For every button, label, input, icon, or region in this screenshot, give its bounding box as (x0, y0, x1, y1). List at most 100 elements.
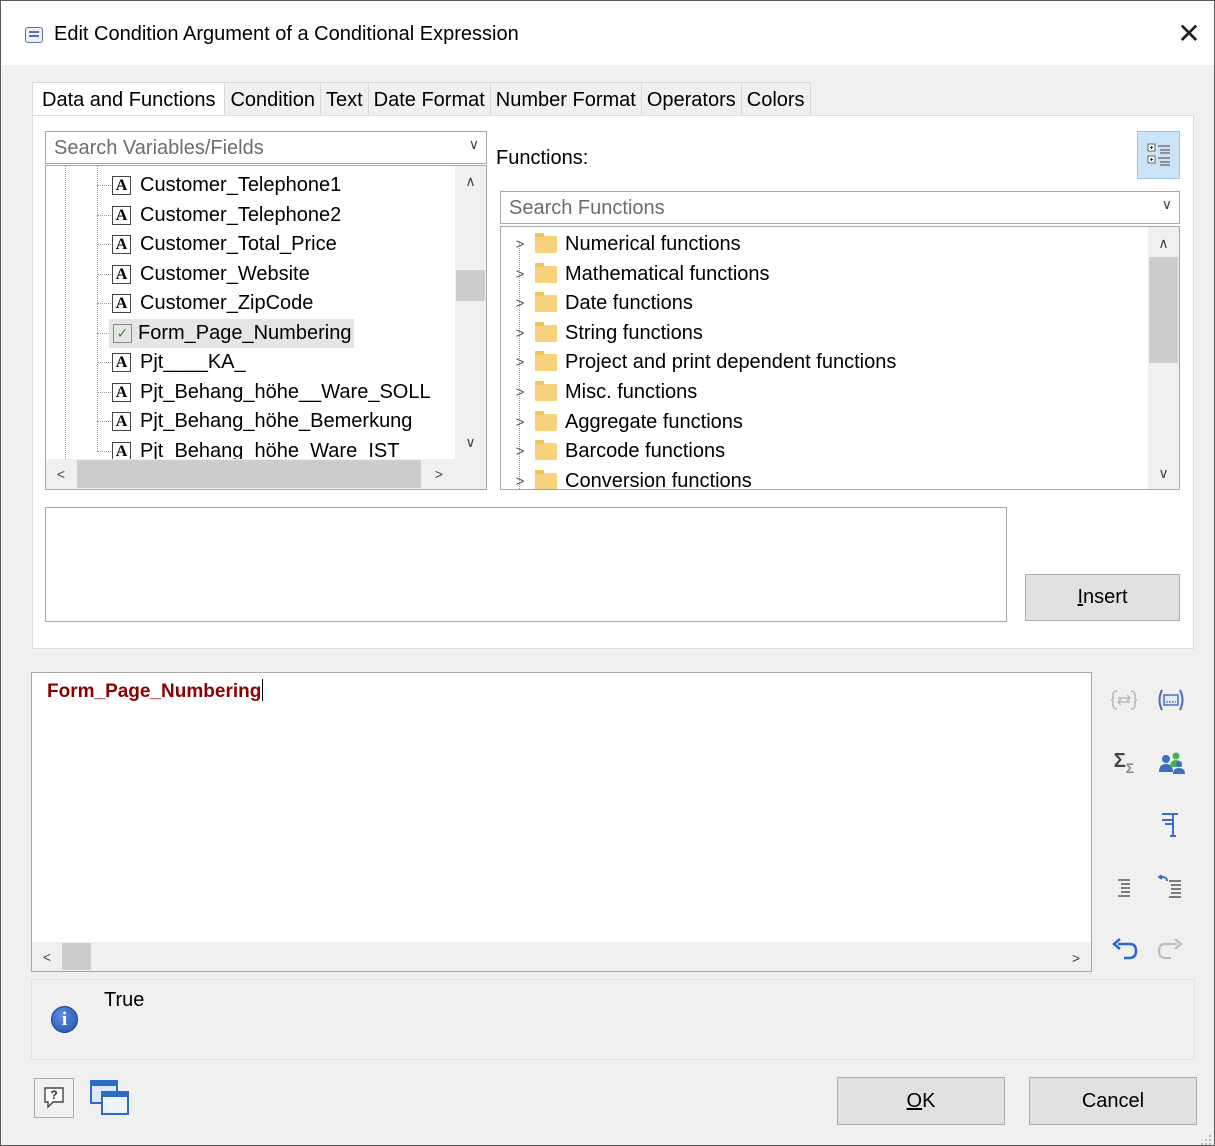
chevron-right-icon[interactable]: > (511, 236, 529, 253)
tree-item[interactable]: A Pjt____KA_ (112, 348, 249, 377)
tree-item-label: Form_Page_Numbering (138, 322, 352, 344)
outdent-button[interactable] (1154, 870, 1188, 904)
ok-button[interactable]: OK (837, 1077, 1005, 1125)
tree-connector (97, 274, 113, 275)
chevron-right-icon[interactable]: > (511, 266, 529, 283)
scroll-up-icon[interactable]: ∧ (455, 171, 486, 191)
folder-icon (535, 322, 557, 342)
braces-arrows-icon (1110, 690, 1138, 710)
text-field-icon: A (112, 265, 131, 284)
insert-field-button[interactable] (1154, 683, 1188, 717)
editor-horizontal-scrollbar[interactable]: < > (32, 942, 1091, 971)
function-category[interactable]: > String functions (511, 319, 703, 348)
scroll-left-icon[interactable]: < (36, 946, 58, 968)
scroll-right-icon[interactable]: > (428, 463, 450, 485)
boolean-field-icon: ✓ (113, 324, 132, 343)
expression-editor[interactable]: Form_Page_Numbering < > (31, 672, 1092, 972)
functions-tree[interactable]: > Numerical functions > Mathematical fun… (500, 226, 1180, 490)
tree-item[interactable]: A Customer_Telephone1 (112, 171, 344, 200)
scroll-thumb[interactable] (456, 270, 485, 301)
chevron-right-icon[interactable]: > (511, 443, 529, 460)
chevron-right-icon[interactable]: > (511, 354, 529, 371)
scroll-down-icon[interactable]: ∨ (455, 432, 486, 452)
sigma-icon: ΣΣ (1113, 750, 1135, 776)
tree-item[interactable]: A Pjt_Behang_höhe_Bemerkung (112, 407, 415, 436)
variables-tree[interactable]: A Customer_Telephone1 A Customer_Telepho… (45, 165, 487, 490)
redo-button[interactable] (1154, 933, 1188, 967)
scroll-right-icon[interactable]: > (1065, 947, 1087, 969)
chevron-right-icon[interactable]: > (511, 384, 529, 401)
chevron-right-icon[interactable]: > (511, 414, 529, 431)
function-category[interactable]: > Conversion functions (511, 467, 752, 490)
help-button[interactable]: ? (34, 1078, 74, 1118)
function-category[interactable]: > Misc. functions (511, 378, 697, 407)
ok-accelerator: O (906, 1089, 923, 1112)
tree-guide-line (65, 166, 66, 461)
insert-button[interactable]: Insert (1025, 574, 1180, 621)
expression-text[interactable]: Form_Page_Numbering (47, 679, 264, 703)
chevron-right-icon[interactable]: > (511, 473, 529, 489)
function-category[interactable]: > Date functions (511, 289, 693, 318)
info-icon: i (51, 1006, 78, 1033)
tab-date-format[interactable]: Date Format (367, 82, 491, 116)
window-layout-button[interactable] (87, 1077, 133, 1119)
tree-item[interactable]: A Customer_Telephone2 (112, 201, 344, 230)
tab-number-format[interactable]: Number Format (489, 82, 642, 116)
functions-search-input[interactable]: Search Functions ∨ (500, 191, 1180, 224)
scroll-left-icon[interactable]: < (50, 463, 72, 485)
variables-vertical-scrollbar[interactable]: ∧ ∨ (455, 166, 486, 459)
tree-item-label: Customer_Telephone1 (140, 174, 342, 196)
text-field-icon: A (112, 294, 131, 313)
scroll-down-icon[interactable]: ∨ (1148, 463, 1179, 483)
cancel-button[interactable]: Cancel (1029, 1077, 1197, 1125)
tab-text[interactable]: Text (319, 82, 369, 116)
function-category[interactable]: > Numerical functions (511, 230, 741, 259)
scroll-thumb[interactable] (1149, 257, 1178, 363)
function-category-label: Conversion functions (565, 470, 752, 490)
function-category-label: Date functions (565, 292, 693, 314)
text-field-icon: A (112, 206, 131, 225)
chevron-down-icon[interactable]: ∨ (469, 136, 479, 153)
view-mode-button[interactable] (1137, 131, 1180, 179)
aggregate-button[interactable]: ΣΣ (1107, 746, 1141, 780)
folder-icon (535, 351, 557, 371)
tab-condition[interactable]: Condition (224, 82, 321, 116)
windows-icon (90, 1080, 129, 1115)
tree-item[interactable]: A Customer_Website (112, 260, 313, 289)
description-box (45, 507, 1007, 622)
parentheses-field-icon (1158, 689, 1184, 711)
scroll-up-icon[interactable]: ∧ (1148, 233, 1179, 253)
tree-item-label: Customer_Telephone2 (140, 204, 342, 226)
indent-button[interactable] (1107, 870, 1141, 904)
function-category[interactable]: > Mathematical functions (511, 260, 770, 289)
variables-horizontal-scrollbar[interactable]: < > (46, 459, 486, 489)
close-button[interactable]: ✕ (1171, 15, 1207, 51)
tab-operators[interactable]: Operators (640, 82, 742, 116)
function-category-label: Barcode functions (565, 440, 726, 462)
tree-item[interactable]: A Customer_Total_Price (112, 230, 340, 259)
scroll-thumb[interactable] (62, 943, 91, 970)
resize-grip-icon[interactable] (1200, 1129, 1212, 1145)
wrap-expression-button[interactable] (1107, 683, 1141, 717)
functions-label: Functions: (496, 147, 589, 169)
tree-item[interactable]: A Customer_ZipCode (112, 289, 316, 318)
chevron-right-icon[interactable]: > (511, 325, 529, 342)
function-category[interactable]: > Project and print dependent functions (511, 348, 896, 377)
undo-button[interactable] (1107, 933, 1141, 967)
tab-data-and-functions[interactable]: Data and Functions (32, 82, 226, 117)
format-button[interactable] (1154, 807, 1188, 841)
scroll-thumb[interactable] (77, 460, 421, 488)
title-bar: Edit Condition Argument of a Conditional… (1, 1, 1214, 65)
chevron-right-icon[interactable]: > (511, 295, 529, 312)
tree-item-selected[interactable]: ✓ Form_Page_Numbering (109, 319, 355, 348)
tree-item[interactable]: A Pjt_Behang_höhe__Ware_SOLL (112, 378, 434, 407)
users-button[interactable] (1154, 746, 1188, 780)
tab-colors[interactable]: Colors (740, 82, 811, 116)
variables-search-input[interactable]: Search Variables/Fields ∨ (45, 131, 487, 164)
function-category[interactable]: > Aggregate functions (511, 408, 743, 437)
functions-vertical-scrollbar[interactable]: ∧ ∨ (1148, 227, 1179, 489)
text-field-icon: A (112, 176, 131, 195)
close-icon: ✕ (1177, 17, 1201, 49)
chevron-down-icon[interactable]: ∨ (1162, 196, 1172, 213)
function-category[interactable]: > Barcode functions (511, 437, 725, 466)
